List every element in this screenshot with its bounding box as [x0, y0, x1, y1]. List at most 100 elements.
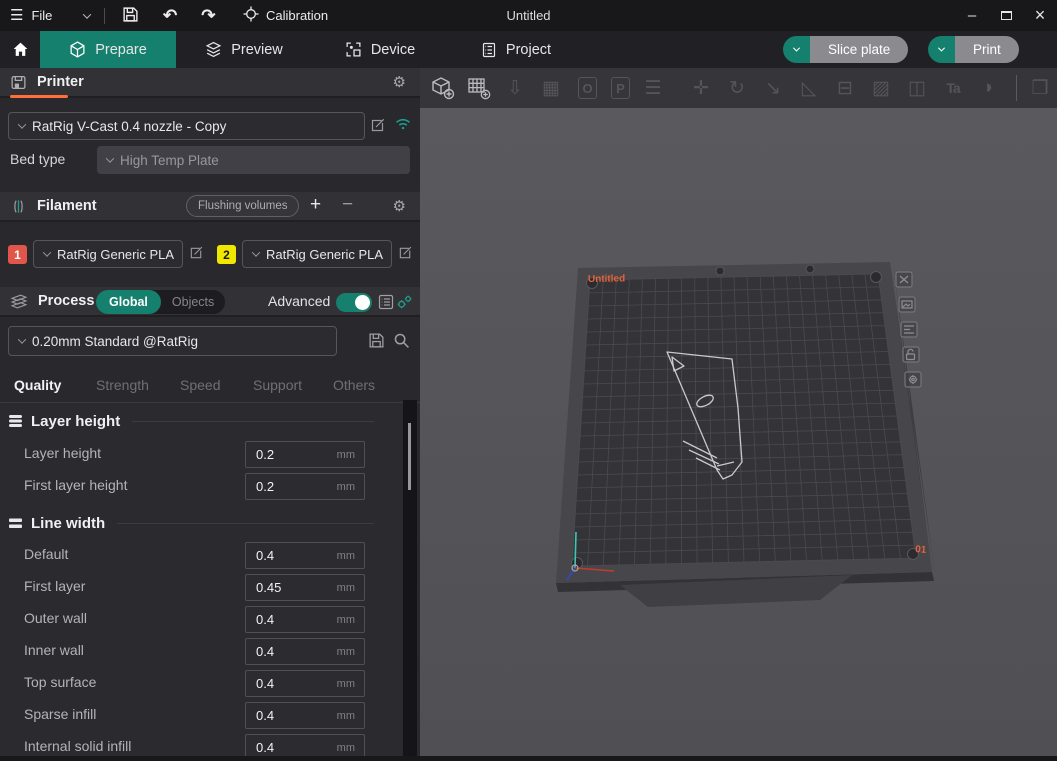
add-model-icon[interactable] [430, 75, 456, 101]
titlebar-divider [104, 8, 105, 24]
plate-arrange-icon[interactable] [901, 322, 917, 337]
scale-icon[interactable]: ↘ [760, 75, 786, 101]
process-tab-quality[interactable]: Quality [14, 377, 61, 393]
inner-wall-width-input[interactable] [246, 644, 337, 659]
first-layer-width-input[interactable] [246, 580, 337, 595]
calibration-button[interactable]: Calibration [266, 8, 328, 23]
remove-filament-button[interactable]: − [342, 194, 353, 216]
split-to-objects-icon[interactable]: O [578, 77, 597, 99]
first-layer-height-input[interactable] [246, 479, 337, 494]
scrollbar-thumb[interactable] [408, 423, 411, 490]
top-surface-width-input[interactable] [246, 676, 337, 691]
file-menu[interactable]: File [31, 8, 52, 23]
process-preset-combo[interactable]: 0.20mm Standard @RatRig [8, 326, 337, 356]
tab-prepare[interactable]: Prepare [40, 31, 176, 68]
process-tab-strength[interactable]: Strength [96, 377, 149, 393]
printer-section-title: Printer [37, 74, 84, 90]
plate-delete-icon[interactable] [896, 272, 912, 287]
printer-preset-combo[interactable]: RatRig V-Cast 0.4 nozzle - Copy [8, 112, 365, 140]
slice-plate-button[interactable]: Slice plate [810, 36, 908, 63]
process-tab-speed[interactable]: Speed [180, 377, 220, 393]
tab-preview[interactable]: Preview [176, 31, 312, 68]
auto-orient-icon[interactable]: ⇩ [502, 75, 528, 101]
tab-home[interactable] [0, 31, 40, 68]
settings-scrollbar[interactable] [403, 400, 417, 756]
filament-settings-gear-icon[interactable]: ⚙ [393, 197, 406, 215]
printer-settings-gear-icon[interactable]: ⚙ [393, 73, 406, 91]
arrange-icon[interactable]: ▦ [538, 75, 564, 101]
setting-label: Layer height [24, 445, 101, 461]
process-preset-value: 0.20mm Standard @RatRig [32, 334, 198, 349]
filament-1-edit-icon[interactable] [189, 245, 204, 265]
process-tab-support[interactable]: Support [253, 377, 302, 393]
plate-lock-icon[interactable] [903, 347, 919, 362]
unit-label: mm [337, 582, 364, 594]
plugin-icon[interactable]: ❒ [1027, 75, 1053, 101]
tab-device-label: Device [371, 42, 415, 58]
redo-icon[interactable]: ↷ [201, 7, 215, 24]
hamburger-icon[interactable]: ☰ [10, 8, 23, 23]
sparse-infill-width-input[interactable] [246, 708, 337, 723]
advanced-toggle[interactable] [336, 293, 372, 312]
process-section-title: Process [38, 293, 94, 309]
parameter-gears-icon[interactable] [396, 294, 413, 316]
filament-2-combo[interactable]: RatRig Generic PLA [242, 240, 392, 268]
move-icon[interactable]: ✛ [688, 75, 714, 101]
support-painting-icon[interactable]: ▨ [868, 75, 894, 101]
plate-surface[interactable] [572, 274, 916, 566]
printer-section-header: Printer ⚙ [0, 68, 420, 98]
file-menu-chevron-icon[interactable] [83, 10, 91, 18]
filament-1-badge[interactable]: 1 [8, 245, 27, 264]
close-button[interactable]: × [1023, 0, 1057, 31]
plate-settings-icon[interactable] [905, 372, 921, 387]
flushing-volumes-button[interactable]: Flushing volumes [186, 195, 299, 217]
scope-global-button[interactable]: Global [96, 290, 161, 314]
chevron-down-icon [938, 45, 945, 52]
undo-icon[interactable]: ↶ [163, 7, 177, 24]
add-plate-icon[interactable] [466, 75, 492, 101]
first-layer-height-inputbox: mm [245, 473, 365, 500]
setting-label: Top surface [24, 674, 96, 690]
internal-solid-infill-width-input[interactable] [246, 740, 337, 755]
plate-rename-icon[interactable] [899, 297, 915, 312]
save-preset-icon[interactable] [368, 332, 385, 354]
layer-height-input[interactable] [246, 447, 337, 462]
3d-canvas[interactable]: Untitled 01 [420, 108, 1057, 756]
print-button[interactable]: Print [955, 36, 1019, 63]
axis-y [575, 532, 576, 568]
add-filament-button[interactable]: + [310, 194, 321, 216]
printer-connection-wifi-icon[interactable] [394, 117, 412, 136]
lay-on-face-icon[interactable]: ◺ [796, 75, 822, 101]
minimize-button[interactable]: – [955, 0, 989, 31]
tab-device[interactable]: Device [312, 31, 448, 68]
tab-prepare-label: Prepare [95, 42, 147, 58]
cut-icon[interactable]: ⊟ [832, 75, 858, 101]
tab-project[interactable]: Project [448, 31, 584, 68]
slice-plate-dropdown[interactable] [783, 36, 810, 63]
filament-1-combo[interactable]: RatRig Generic PLA [33, 240, 183, 268]
split-to-parts-icon[interactable]: P [611, 77, 630, 99]
text-icon[interactable]: Ta [940, 75, 966, 101]
bed-type-combo[interactable]: High Temp Plate [97, 146, 410, 174]
variable-layer-height-icon[interactable]: ☰ [640, 75, 666, 101]
print-dropdown[interactable] [928, 36, 955, 63]
line-width-icon [8, 516, 23, 530]
chevron-down-icon [793, 45, 800, 52]
filament-section-title: Filament [37, 198, 97, 214]
outer-wall-width-input[interactable] [246, 612, 337, 627]
maximize-button[interactable] [989, 0, 1023, 31]
calibration-icon[interactable] [243, 6, 259, 25]
scope-objects-button[interactable]: Objects [161, 295, 225, 309]
save-icon[interactable] [122, 6, 139, 26]
color-painting-icon[interactable]: ◗ [976, 75, 1002, 101]
default-width-input[interactable] [246, 548, 337, 563]
search-preset-icon[interactable] [393, 332, 410, 354]
filament-2-badge[interactable]: 2 [217, 245, 236, 264]
rotate-icon[interactable]: ↻ [724, 75, 750, 101]
filament-2-edit-icon[interactable] [398, 245, 413, 265]
mesh-boolean-icon[interactable]: ◫ [904, 75, 930, 101]
process-tab-others[interactable]: Others [333, 377, 375, 393]
parameter-list-icon[interactable] [378, 294, 394, 315]
project-icon [481, 42, 497, 58]
printer-edit-icon[interactable] [370, 117, 386, 138]
